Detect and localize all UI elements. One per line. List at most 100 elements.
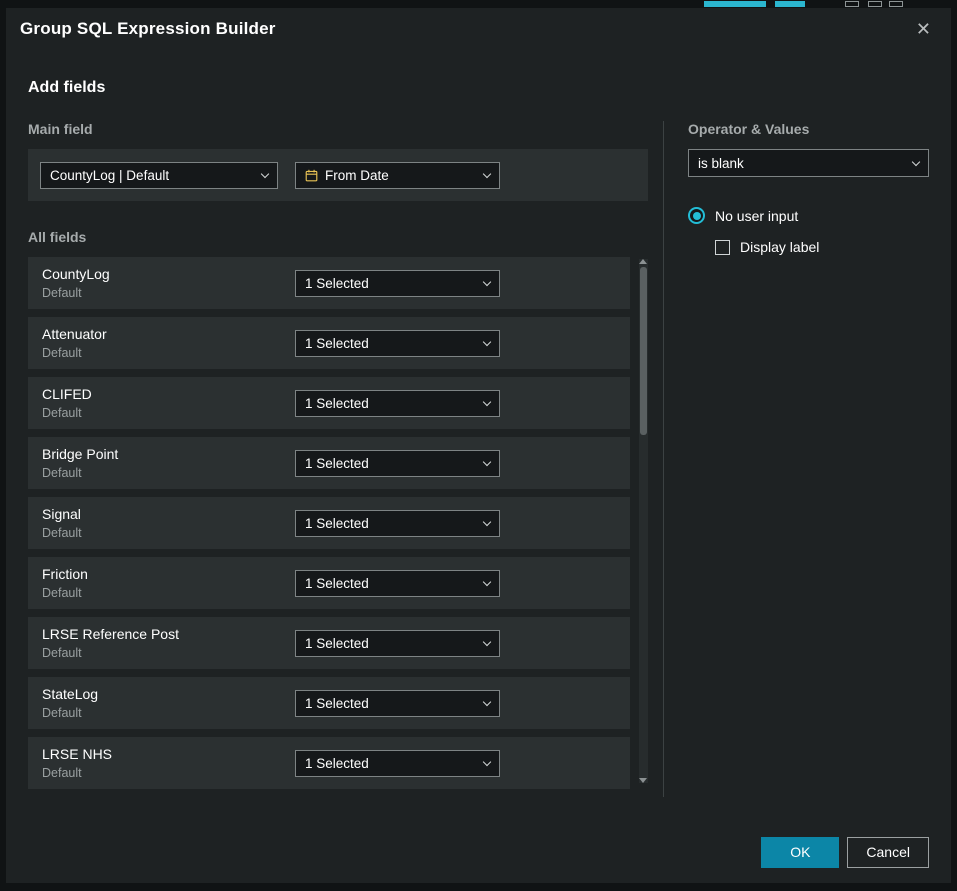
field-selection-dropdown[interactable]: 1 Selected <box>295 390 500 417</box>
dialog-title: Group SQL Expression Builder <box>20 19 276 39</box>
chevron-down-icon <box>483 337 491 345</box>
field-row: LRSE Reference Post Default 1 Selected <box>28 617 630 669</box>
chevron-down-icon <box>261 169 269 177</box>
field-selection-dropdown[interactable]: 1 Selected <box>295 330 500 357</box>
dialog-header: Group SQL Expression Builder ✕ <box>6 8 951 49</box>
field-sublabel: Default <box>42 526 82 540</box>
scrollbar[interactable] <box>639 259 648 783</box>
radio-selected-icon[interactable] <box>688 207 705 224</box>
field-sublabel: Default <box>42 286 110 300</box>
field-selection-dropdown[interactable]: 1 Selected <box>295 750 500 777</box>
chevron-down-icon <box>483 757 491 765</box>
dialog-footer: OK Cancel <box>6 821 951 883</box>
dropdown-value: CountyLog | Default <box>50 168 169 183</box>
field-sublabel: Default <box>42 646 179 660</box>
dropdown-value: 1 Selected <box>305 456 369 471</box>
dropdown-value: 1 Selected <box>305 516 369 531</box>
field-sublabel: Default <box>42 586 88 600</box>
field-row: Bridge Point Default 1 Selected <box>28 437 630 489</box>
chevron-down-icon <box>483 457 491 465</box>
checkbox-unchecked-icon[interactable] <box>715 240 730 255</box>
dropdown-value: 1 Selected <box>305 396 369 411</box>
background-app-fragment <box>775 1 805 7</box>
dialog-body: Add fields Main field CountyLog | Defaul… <box>6 49 951 821</box>
scroll-down-arrow-icon[interactable] <box>639 778 647 783</box>
add-fields-heading: Add fields <box>28 79 929 97</box>
field-sublabel: Default <box>42 466 118 480</box>
field-name: LRSE Reference Post <box>42 626 179 642</box>
field-name: Signal <box>42 506 82 522</box>
field-selection-dropdown[interactable]: 1 Selected <box>295 630 500 657</box>
field-info: CLIFED Default <box>42 386 92 420</box>
main-field-label: Main field <box>28 121 648 137</box>
field-row: Friction Default 1 Selected <box>28 557 630 609</box>
background-app-strip <box>0 0 957 8</box>
field-info: Attenuator Default <box>42 326 107 360</box>
chevron-down-icon <box>483 577 491 585</box>
chevron-down-icon <box>483 637 491 645</box>
field-sublabel: Default <box>42 346 107 360</box>
cancel-button[interactable]: Cancel <box>847 837 929 868</box>
background-app-fragment <box>704 1 766 7</box>
field-name: Attenuator <box>42 326 107 342</box>
ok-button[interactable]: OK <box>761 837 839 868</box>
calendar-icon <box>305 169 318 182</box>
field-row: StateLog Default 1 Selected <box>28 677 630 729</box>
background-app-fragment <box>845 1 859 7</box>
dropdown-value: 1 Selected <box>305 336 369 351</box>
field-selection-dropdown[interactable]: 1 Selected <box>295 570 500 597</box>
all-fields-list: CountyLog Default 1 Selected Attenuator <box>28 257 648 789</box>
background-app-fragment <box>868 1 882 7</box>
main-field-row: CountyLog | Default <box>28 149 648 201</box>
field-info: Bridge Point Default <box>42 446 118 480</box>
operator-select-dropdown[interactable]: is blank <box>688 149 929 177</box>
scrollbar-thumb[interactable] <box>640 267 647 435</box>
field-selection-dropdown[interactable]: 1 Selected <box>295 690 500 717</box>
field-selection-dropdown[interactable]: 1 Selected <box>295 510 500 537</box>
dropdown-value: From Date <box>325 168 389 183</box>
field-info: LRSE Reference Post Default <box>42 626 179 660</box>
field-row: Signal Default 1 Selected <box>28 497 630 549</box>
field-row: CLIFED Default 1 Selected <box>28 377 630 429</box>
field-info: CountyLog Default <box>42 266 110 300</box>
fields-column: Main field CountyLog | Default <box>28 121 648 797</box>
dropdown-value: 1 Selected <box>305 276 369 291</box>
dropdown-value: 1 Selected <box>305 636 369 651</box>
main-field-select-dropdown[interactable]: From Date <box>295 162 500 189</box>
no-user-input-label: No user input <box>715 208 798 224</box>
layer-select-dropdown[interactable]: CountyLog | Default <box>40 162 278 189</box>
close-icon[interactable]: ✕ <box>910 16 937 42</box>
field-name: LRSE NHS <box>42 746 112 762</box>
field-sublabel: Default <box>42 706 98 720</box>
group-sql-expression-builder-dialog: Group SQL Expression Builder ✕ Add field… <box>6 8 951 883</box>
display-label-label: Display label <box>740 239 819 255</box>
dropdown-value: is blank <box>698 156 744 171</box>
field-name: CLIFED <box>42 386 92 402</box>
field-selection-dropdown[interactable]: 1 Selected <box>295 450 500 477</box>
field-row: Attenuator Default 1 Selected <box>28 317 630 369</box>
field-name: Friction <box>42 566 88 582</box>
field-info: Signal Default <box>42 506 82 540</box>
field-selection-dropdown[interactable]: 1 Selected <box>295 270 500 297</box>
dropdown-value: 1 Selected <box>305 576 369 591</box>
no-user-input-option[interactable]: No user input <box>688 207 929 224</box>
operator-values-label: Operator & Values <box>688 121 929 137</box>
dropdown-value: 1 Selected <box>305 756 369 771</box>
field-info: LRSE NHS Default <box>42 746 112 780</box>
dropdown-value: 1 Selected <box>305 696 369 711</box>
field-sublabel: Default <box>42 766 112 780</box>
screen: Group SQL Expression Builder ✕ Add field… <box>0 0 957 891</box>
chevron-down-icon <box>483 277 491 285</box>
field-name: Bridge Point <box>42 446 118 462</box>
chevron-down-icon <box>483 397 491 405</box>
background-app-fragment <box>889 1 903 7</box>
scroll-up-arrow-icon[interactable] <box>639 259 647 264</box>
field-name: CountyLog <box>42 266 110 282</box>
chevron-down-icon <box>483 517 491 525</box>
field-sublabel: Default <box>42 406 92 420</box>
chevron-down-icon <box>912 157 920 165</box>
field-row: CountyLog Default 1 Selected <box>28 257 630 309</box>
operator-values-panel: Operator & Values is blank No user input… <box>664 121 929 797</box>
display-label-option[interactable]: Display label <box>715 239 929 255</box>
field-row: LRSE NHS Default 1 Selected <box>28 737 630 789</box>
